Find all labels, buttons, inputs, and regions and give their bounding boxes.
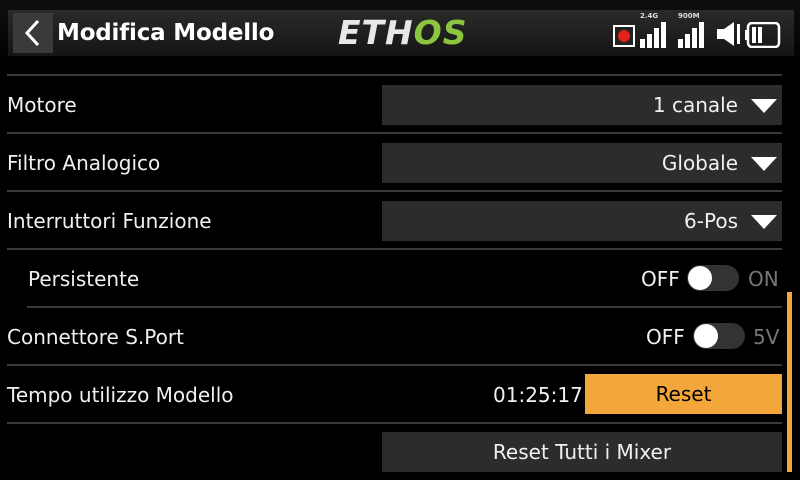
motor-value: 1 canale (652, 93, 738, 117)
analog-filter-dropdown[interactable]: Globale (382, 143, 782, 183)
function-switches-dropdown[interactable]: 6-Pos (382, 201, 782, 241)
persistent-off-label: OFF (641, 267, 680, 291)
analog-filter-value: Globale (661, 151, 738, 175)
sport-5v-label: 5V (753, 325, 780, 349)
record-icon (612, 14, 636, 48)
dropdown-arrow-icon (751, 157, 777, 171)
persistent-on-label: ON (748, 267, 779, 291)
divider (7, 364, 782, 366)
model-time-label: Tempo utilizzo Modello (7, 383, 234, 407)
model-time-value: 01:25:17 (493, 383, 583, 407)
toggle-knob (688, 266, 712, 290)
divider (7, 248, 782, 250)
toggle-knob (694, 324, 718, 348)
persistent-toggle[interactable] (687, 265, 739, 291)
ethos-logo: ETHOS (338, 13, 468, 52)
reset-button[interactable]: Reset (585, 374, 782, 414)
back-button[interactable] (13, 13, 53, 53)
divider (7, 132, 782, 134)
top-bar: Modifica Modello ETHOS 2.4G 900M (0, 0, 800, 66)
dropdown-arrow-icon (751, 99, 777, 113)
signal-2-4g-icon: 2.4G (640, 12, 668, 48)
function-switches-value: 6-Pos (684, 209, 738, 233)
divider (27, 306, 782, 308)
sport-connector-label: Connettore S.Port (7, 325, 184, 349)
sport-connector-toggle[interactable] (693, 323, 745, 349)
persistent-label: Persistente (28, 267, 140, 291)
function-switches-label: Interruttori Funzione (7, 209, 212, 233)
page-title: Modifica Modello (57, 20, 275, 46)
dropdown-arrow-icon (751, 215, 777, 229)
signal-900m-icon: 900M (678, 12, 706, 48)
divider (7, 422, 782, 424)
divider (7, 74, 782, 76)
battery-icon (745, 14, 781, 48)
sport-off-label: OFF (646, 325, 685, 349)
analog-filter-label: Filtro Analogico (7, 151, 161, 175)
motor-dropdown[interactable]: 1 canale (382, 85, 782, 125)
chevron-left-icon (24, 19, 40, 47)
motor-label: Motore (7, 93, 77, 117)
scrollbar[interactable] (787, 292, 792, 472)
speaker-icon (716, 14, 742, 48)
reset-all-mixers-button[interactable]: Reset Tutti i Mixer (382, 432, 782, 472)
divider (7, 190, 782, 192)
